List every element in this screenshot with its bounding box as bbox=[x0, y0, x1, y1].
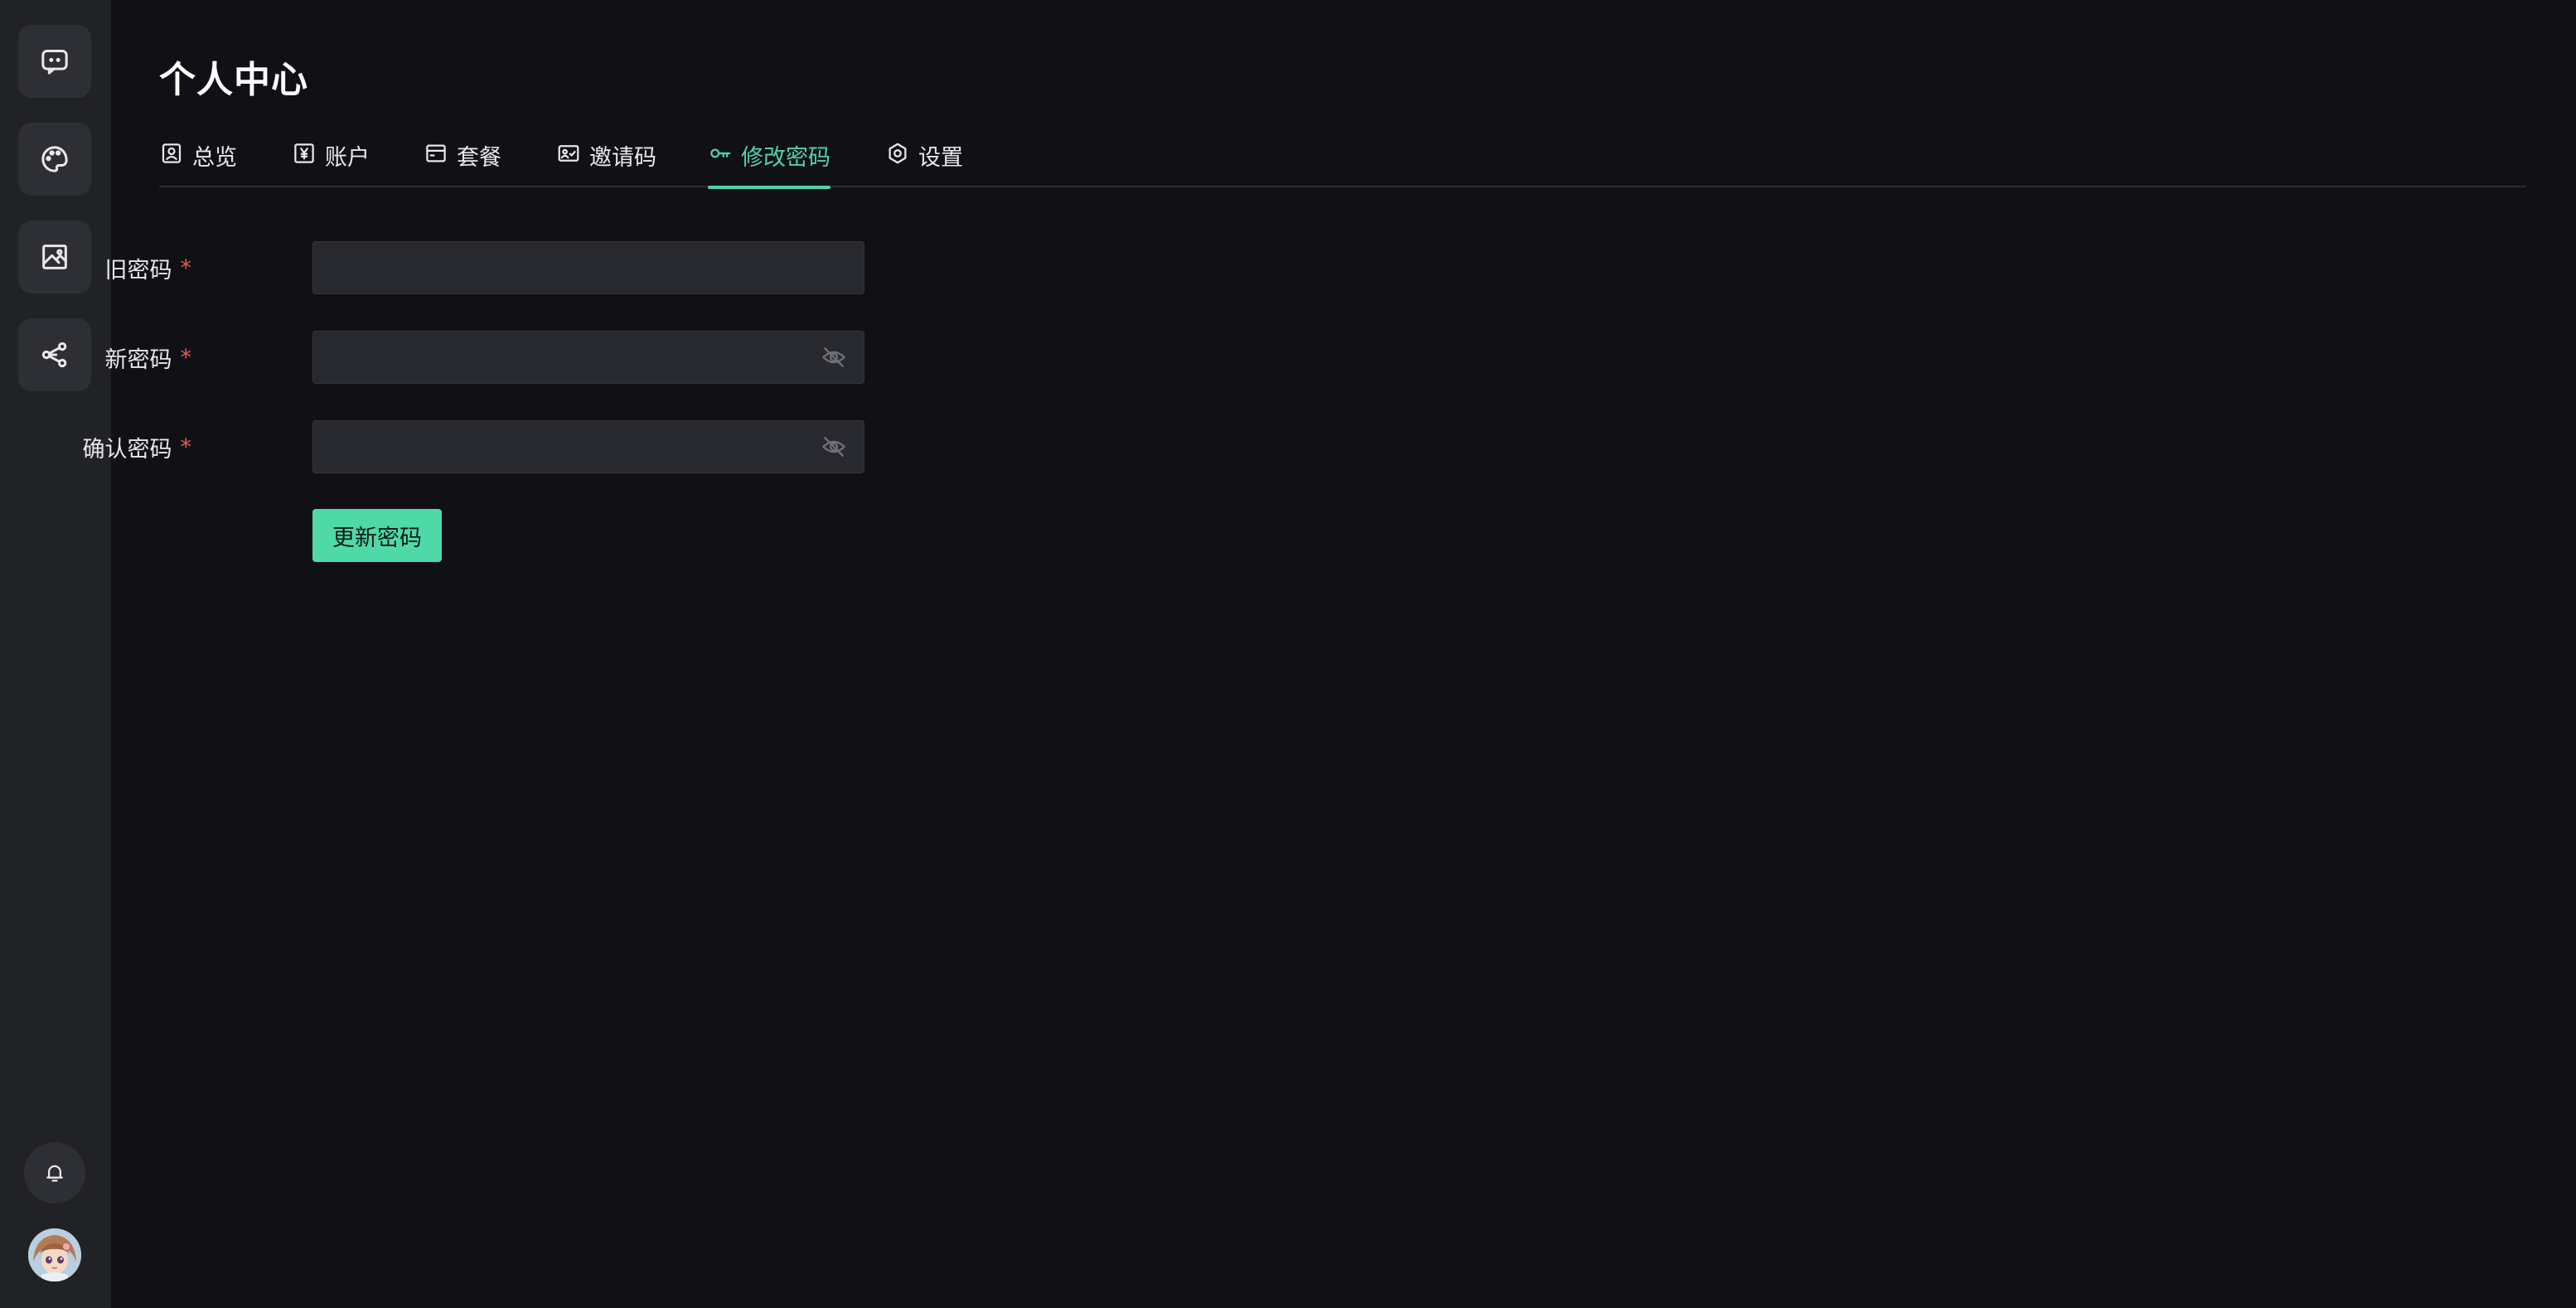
old-password-row: 旧密码 * bbox=[105, 241, 1023, 294]
old-password-input[interactable] bbox=[312, 241, 864, 294]
new-password-label: 新密码 * bbox=[104, 344, 192, 373]
tab-label: 账户 bbox=[325, 145, 370, 171]
tab-label: 总览 bbox=[192, 145, 237, 171]
palette-icon bbox=[41, 146, 68, 172]
tab-bar: 总览 账户 套餐 邀请码 修改密码 设置 bbox=[159, 133, 2526, 189]
confirm-password-label: 确认密码 * bbox=[82, 434, 192, 463]
update-password-button[interactable]: 更新密码 bbox=[312, 509, 442, 562]
new-password-row: 新密码 * bbox=[105, 331, 1023, 384]
tab-package[interactable]: 套餐 bbox=[424, 133, 501, 187]
yen-icon bbox=[294, 143, 314, 163]
sidebar-item-palette[interactable] bbox=[18, 123, 91, 196]
share-icon bbox=[41, 342, 67, 368]
tab-label: 修改密码 bbox=[741, 145, 830, 171]
id-card-icon bbox=[558, 145, 579, 162]
sidebar-item-image[interactable] bbox=[18, 220, 91, 293]
avatar[interactable] bbox=[28, 1228, 81, 1281]
tab-label: 设置 bbox=[918, 145, 963, 171]
required-mark: * bbox=[180, 434, 192, 460]
tab-change-password[interactable]: 修改密码 bbox=[708, 133, 830, 189]
required-mark: * bbox=[180, 344, 192, 371]
tab-label: 邀请码 bbox=[589, 145, 656, 171]
user-card-icon bbox=[162, 143, 182, 163]
gear-icon bbox=[889, 143, 907, 164]
user-avatar-image bbox=[28, 1228, 81, 1281]
app-root: 个人中心 总览 账户 套餐 邀请码 修改密码 设置 旧密码 * 新密码 * 确认… bbox=[0, 0, 2576, 1308]
new-password-input[interactable] bbox=[312, 331, 864, 384]
sidebar-item-chat[interactable] bbox=[18, 25, 91, 98]
image-icon bbox=[42, 245, 67, 269]
notification-button[interactable] bbox=[24, 1142, 85, 1204]
old-password-label: 旧密码 * bbox=[104, 254, 192, 283]
confirm-password-row: 确认密码 * bbox=[83, 420, 1023, 473]
tab-label: 套餐 bbox=[457, 145, 501, 171]
bell-icon bbox=[46, 1165, 63, 1182]
chat-icon bbox=[41, 50, 68, 75]
tab-overview[interactable]: 总览 bbox=[159, 133, 237, 187]
eye-off-icon[interactable] bbox=[821, 434, 847, 460]
sidebar bbox=[0, 0, 111, 1308]
key-icon bbox=[710, 148, 731, 158]
tab-account[interactable]: 账户 bbox=[292, 133, 370, 187]
eye-off-icon[interactable] bbox=[821, 344, 847, 371]
required-mark: * bbox=[180, 254, 192, 281]
package-icon bbox=[426, 144, 446, 162]
page-title: 个人中心 bbox=[159, 59, 308, 101]
tab-invite-code[interactable]: 邀请码 bbox=[556, 133, 656, 187]
sidebar-item-share[interactable] bbox=[18, 318, 91, 391]
confirm-password-input[interactable] bbox=[312, 420, 864, 473]
main-content: 个人中心 总览 账户 套餐 邀请码 修改密码 设置 旧密码 * 新密码 * 确认… bbox=[83, 0, 2576, 1308]
tab-settings[interactable]: 设置 bbox=[885, 133, 963, 187]
